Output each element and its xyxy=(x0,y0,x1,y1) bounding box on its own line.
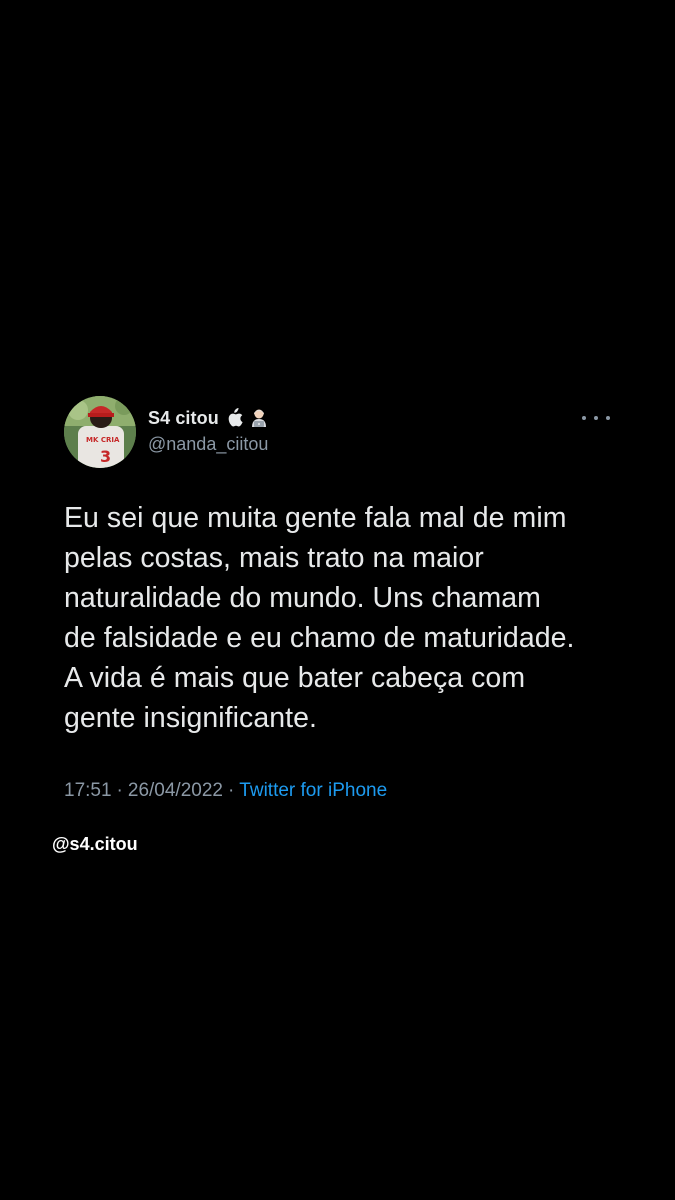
more-dot xyxy=(606,416,610,420)
avatar-image: MK CRIA 3 xyxy=(64,396,136,468)
tweet-metadata: 17:51 · 26/04/2022 · Twitter for iPhone xyxy=(64,780,387,802)
svg-text:MK CRIA: MK CRIA xyxy=(86,436,120,444)
apple-icon xyxy=(225,408,243,428)
username-handle[interactable]: @nanda_ciitou xyxy=(148,434,268,455)
separator: · xyxy=(116,780,123,801)
more-dot xyxy=(582,416,586,420)
display-name-row: S4 citou xyxy=(148,406,267,430)
avatar[interactable]: MK CRIA 3 xyxy=(64,396,136,468)
more-dot xyxy=(594,416,598,420)
person-technologist-icon xyxy=(249,408,267,428)
tweet-text: Eu sei que muita gente fala mal de mim p… xyxy=(64,502,575,734)
tweet-date[interactable]: 26/04/2022 xyxy=(128,780,223,802)
display-name[interactable]: S4 citou xyxy=(148,408,219,429)
more-options-icon[interactable] xyxy=(582,410,610,426)
tweet-source-link[interactable]: Twitter for iPhone xyxy=(239,780,387,802)
tweet-time[interactable]: 17:51 xyxy=(64,780,112,802)
svg-text:3: 3 xyxy=(100,447,111,466)
tweet-card: MK CRIA 3 S4 citou @nanda_ciitou Eu sei … xyxy=(0,0,675,1200)
separator: · xyxy=(227,780,235,801)
watermark-handle: @s4.citou xyxy=(52,834,138,854)
